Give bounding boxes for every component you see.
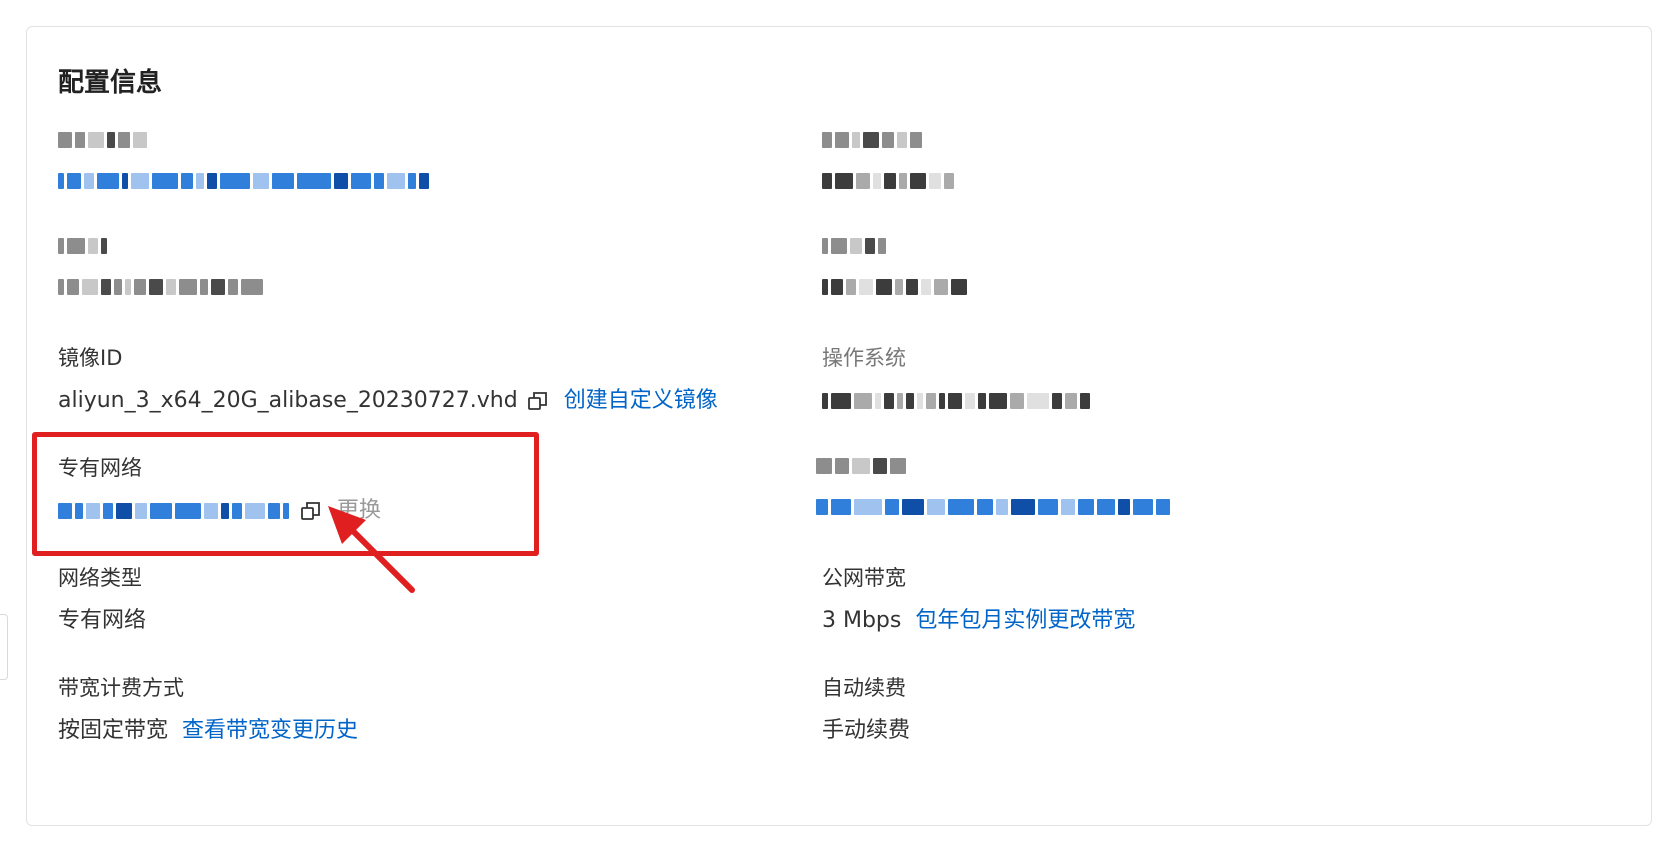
billing-method-label: 带宽计费方式 bbox=[58, 676, 184, 700]
bandwidth-history-link[interactable]: 查看带宽变更历史 bbox=[182, 716, 358, 746]
network-type-value: 专有网络 bbox=[58, 608, 147, 633]
field-redacted-5 bbox=[816, 454, 1170, 522]
side-panel-tab[interactable] bbox=[0, 614, 8, 680]
auto-renew-label: 自动续费 bbox=[822, 676, 906, 700]
field-image-id: 镜像ID aliyun_3_x64_20G_alibase_20230727.v… bbox=[58, 344, 718, 416]
image-id-label: 镜像ID bbox=[58, 346, 123, 370]
public-bandwidth-value: 3 Mbps bbox=[822, 608, 902, 633]
vpc-label: 专有网络 bbox=[58, 456, 142, 480]
billing-method-value: 按固定带宽 bbox=[58, 718, 169, 743]
redacted-value bbox=[822, 275, 967, 299]
copy-icon[interactable] bbox=[526, 389, 550, 413]
redacted-value bbox=[822, 389, 1090, 413]
vpc-id-redacted[interactable] bbox=[58, 499, 289, 523]
copy-icon[interactable] bbox=[299, 499, 323, 523]
redacted-link-value[interactable] bbox=[816, 495, 1170, 519]
os-label: 操作系统 bbox=[822, 346, 906, 370]
redacted-label bbox=[822, 234, 967, 258]
redacted-label bbox=[58, 128, 429, 152]
change-vpc-link[interactable]: 更换 bbox=[337, 496, 381, 526]
field-os: 操作系统 bbox=[822, 344, 1090, 416]
card-title: 配置信息 bbox=[58, 68, 163, 98]
field-auto-renew: 自动续费 手动续费 bbox=[822, 674, 910, 746]
field-redacted-3 bbox=[58, 234, 263, 302]
create-custom-image-link[interactable]: 创建自定义镜像 bbox=[564, 386, 718, 416]
auto-renew-value: 手动续费 bbox=[822, 718, 911, 743]
field-billing-method: 带宽计费方式 按固定带宽 查看带宽变更历史 bbox=[58, 674, 358, 746]
field-redacted-1 bbox=[58, 128, 429, 196]
field-vpc: 专有网络 更换 bbox=[58, 454, 381, 526]
redacted-label bbox=[822, 128, 954, 152]
field-public-bandwidth: 公网带宽 3 Mbps 包年包月实例更改带宽 bbox=[822, 564, 1135, 636]
change-bandwidth-link[interactable]: 包年包月实例更改带宽 bbox=[915, 606, 1135, 636]
network-type-label: 网络类型 bbox=[58, 566, 142, 590]
field-redacted-2 bbox=[822, 128, 954, 196]
field-redacted-4 bbox=[822, 234, 967, 302]
public-bandwidth-label: 公网带宽 bbox=[822, 566, 906, 590]
image-id-value: aliyun_3_x64_20G_alibase_20230727.vhd bbox=[58, 388, 518, 413]
field-network-type: 网络类型 专有网络 bbox=[58, 564, 146, 636]
redacted-link-value[interactable] bbox=[58, 169, 429, 193]
redacted-value bbox=[58, 275, 263, 299]
redacted-label bbox=[58, 234, 263, 258]
redacted-label bbox=[816, 454, 1170, 478]
redacted-value bbox=[822, 169, 954, 193]
